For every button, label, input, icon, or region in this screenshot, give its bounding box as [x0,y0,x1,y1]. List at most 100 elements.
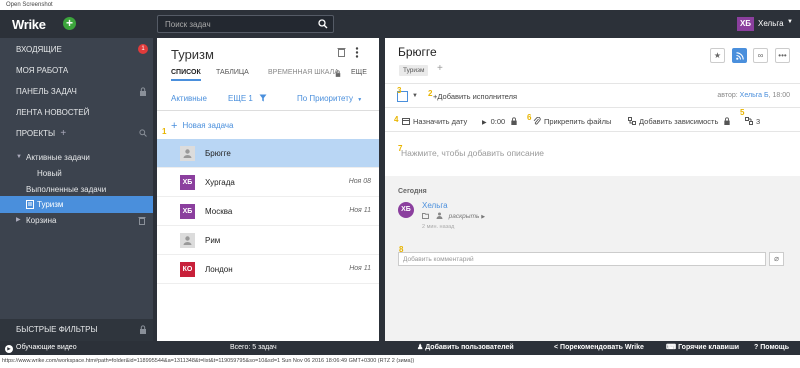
tab-list[interactable]: Список [171,69,201,81]
task-search[interactable] [157,15,334,33]
attach-comment-button[interactable]: ⌀ [769,252,784,266]
chevron-down-icon[interactable]: ▼ [16,149,22,166]
task-toolbar: ▼ +Добавить исполнителя автор: Хельга Б,… [385,83,800,108]
avatar[interactable] [180,146,195,161]
add-dependency-button[interactable]: Добавить зависимость [628,117,734,126]
sidebar-item-label: Лента новостей [16,108,90,117]
filter-active[interactable]: Активные [171,94,207,103]
more-vertical-icon[interactable] [355,47,359,58]
author-link[interactable]: Хельга Б [740,92,769,99]
timer-button[interactable]: ▶ 0:00 [482,117,521,126]
user-menu-caret-icon[interactable]: ▼ [787,19,793,25]
sidebar-item-inbox[interactable]: Входящие 1 [0,39,153,60]
task-title[interactable]: Брюгге [398,45,437,59]
recommend-label: Порекомендовать Wrike [560,344,644,351]
help-icon: ? [754,344,759,351]
add-users-button[interactable]: ♟ Добавить пользователей [417,341,514,355]
attach-files-button[interactable]: Прикрепить файлы [533,117,611,126]
help-button[interactable]: ? Помощь [754,341,789,355]
comment-input[interactable] [399,253,765,265]
tree-item-label: Активные задачи [26,153,90,162]
add-project-button[interactable]: + [60,128,66,139]
tab-table[interactable]: Таблица [216,69,249,76]
more-button[interactable]: ••• [775,48,790,63]
lock-icon [140,325,146,334]
star-button[interactable]: ★ [710,48,725,63]
marker-5: 5 [740,108,745,117]
paperclip-icon [533,117,541,125]
author-prefix: автор: [717,92,738,99]
user-name[interactable]: Хельга [758,19,784,28]
lock-icon [335,70,341,77]
sidebar-item-label: Моя работа [16,66,69,75]
status-dropdown-icon[interactable]: ▼ [412,93,418,99]
search-input[interactable] [158,16,308,32]
add-folder-button[interactable]: + [437,63,443,74]
sort-dropdown[interactable]: По Приоритету ▼ [297,94,362,103]
avatar[interactable]: ХБ [180,204,195,219]
follow-button[interactable] [732,48,747,63]
tree-item-active-tasks[interactable]: ▼ Активные задачи [0,149,153,166]
stream-date-header: Сегодня [398,188,427,195]
expand-link[interactable]: раскрыть [449,213,480,220]
view-tabs: Список Таблица Временная шкала Еще [171,69,371,81]
user-placeholder-icon [183,149,192,158]
tree-item-trash[interactable]: ▶ Корзина [0,212,153,229]
sidebar-item-my-work[interactable]: Моя работа [0,60,153,81]
filter-more[interactable]: ЕЩЕ 1 [228,94,253,103]
hotkeys-label: Горячие клавиши [678,344,740,351]
add-assignee-button[interactable]: +Добавить исполнителя [433,92,517,101]
comment-box[interactable] [398,252,766,266]
task-row[interactable]: Брюгге [157,139,379,168]
avatar[interactable]: КО [180,262,195,277]
avatar[interactable]: ХБ [180,175,195,190]
copy-link-button[interactable]: ∞ [753,48,768,63]
bottom-bar: ▶ Обучающие видео Всего: 5 задач ♟ Добави… [0,341,800,355]
tree-item-tourism[interactable]: Туризм [0,196,153,213]
filter-bar: Активные ЕЩЕ 1 По Приоритету ▼ [157,85,379,111]
trash-icon[interactable] [337,47,346,57]
lock-icon [724,117,731,125]
more-horizontal-icon: ••• [778,51,787,60]
tab-timeline[interactable]: Временная шкала [268,69,339,76]
folder-tag[interactable]: Туризм [399,65,429,76]
global-add-button[interactable]: + [63,17,76,30]
lock-icon [511,117,517,125]
hotkeys-button[interactable]: ⌨ Горячие клавиши [666,341,739,355]
task-due-date: Ноя 11 [349,207,371,214]
chevron-right-icon[interactable]: ▶ [16,212,21,229]
add-users-label: Добавить пользователей [425,344,514,351]
task-row[interactable]: ХБ Хургада Ноя 08 [157,168,379,197]
new-task-button[interactable]: + Новая задача [171,120,234,132]
sidebar-item-dashboard[interactable]: Панель задач [0,81,153,102]
description-field[interactable]: Нажмите, чтобы добавить описание [401,148,544,158]
task-row[interactable]: КО Лондон Ноя 11 [157,255,379,284]
user-avatar[interactable]: ХБ [737,17,754,31]
subtasks-button[interactable]: 3 [745,117,760,126]
set-date-button[interactable]: Назначить дату [402,117,467,126]
tree-item-new[interactable]: Новый [0,165,153,182]
task-name: Хургада [205,178,235,187]
comment-author[interactable]: Хельга [422,201,448,210]
comment-time: 2 мин. назад [422,224,455,230]
link-icon: ∞ [757,51,764,60]
filter-icon[interactable] [259,94,267,102]
wrike-logo[interactable]: Wrike [12,17,46,32]
tab-more[interactable]: Еще [351,69,367,76]
attach-label: Прикрепить файлы [544,117,612,126]
task-row[interactable]: ХБ Москва Ноя 11 [157,197,379,226]
avatar[interactable]: ХБ [398,202,414,218]
sidebar-item-news-feed[interactable]: Лента новостей [0,102,153,123]
user-placeholder-icon [183,236,192,245]
share-icon: < [554,344,559,351]
recommend-button[interactable]: < Порекомендовать Wrike [554,341,644,355]
sidebar-item-projects[interactable]: Проекты + [0,123,153,144]
folder-icon [422,213,429,219]
search-icon[interactable] [318,19,328,29]
quick-filters[interactable]: Быстрые фильтры [0,319,153,341]
avatar[interactable] [180,233,195,248]
tutorial-video-button[interactable]: ▶ Обучающие видео [5,341,77,355]
search-projects-icon[interactable] [139,129,147,137]
task-row[interactable]: Рим [157,226,379,255]
sidebar-item-label: Панель задач [16,87,77,96]
